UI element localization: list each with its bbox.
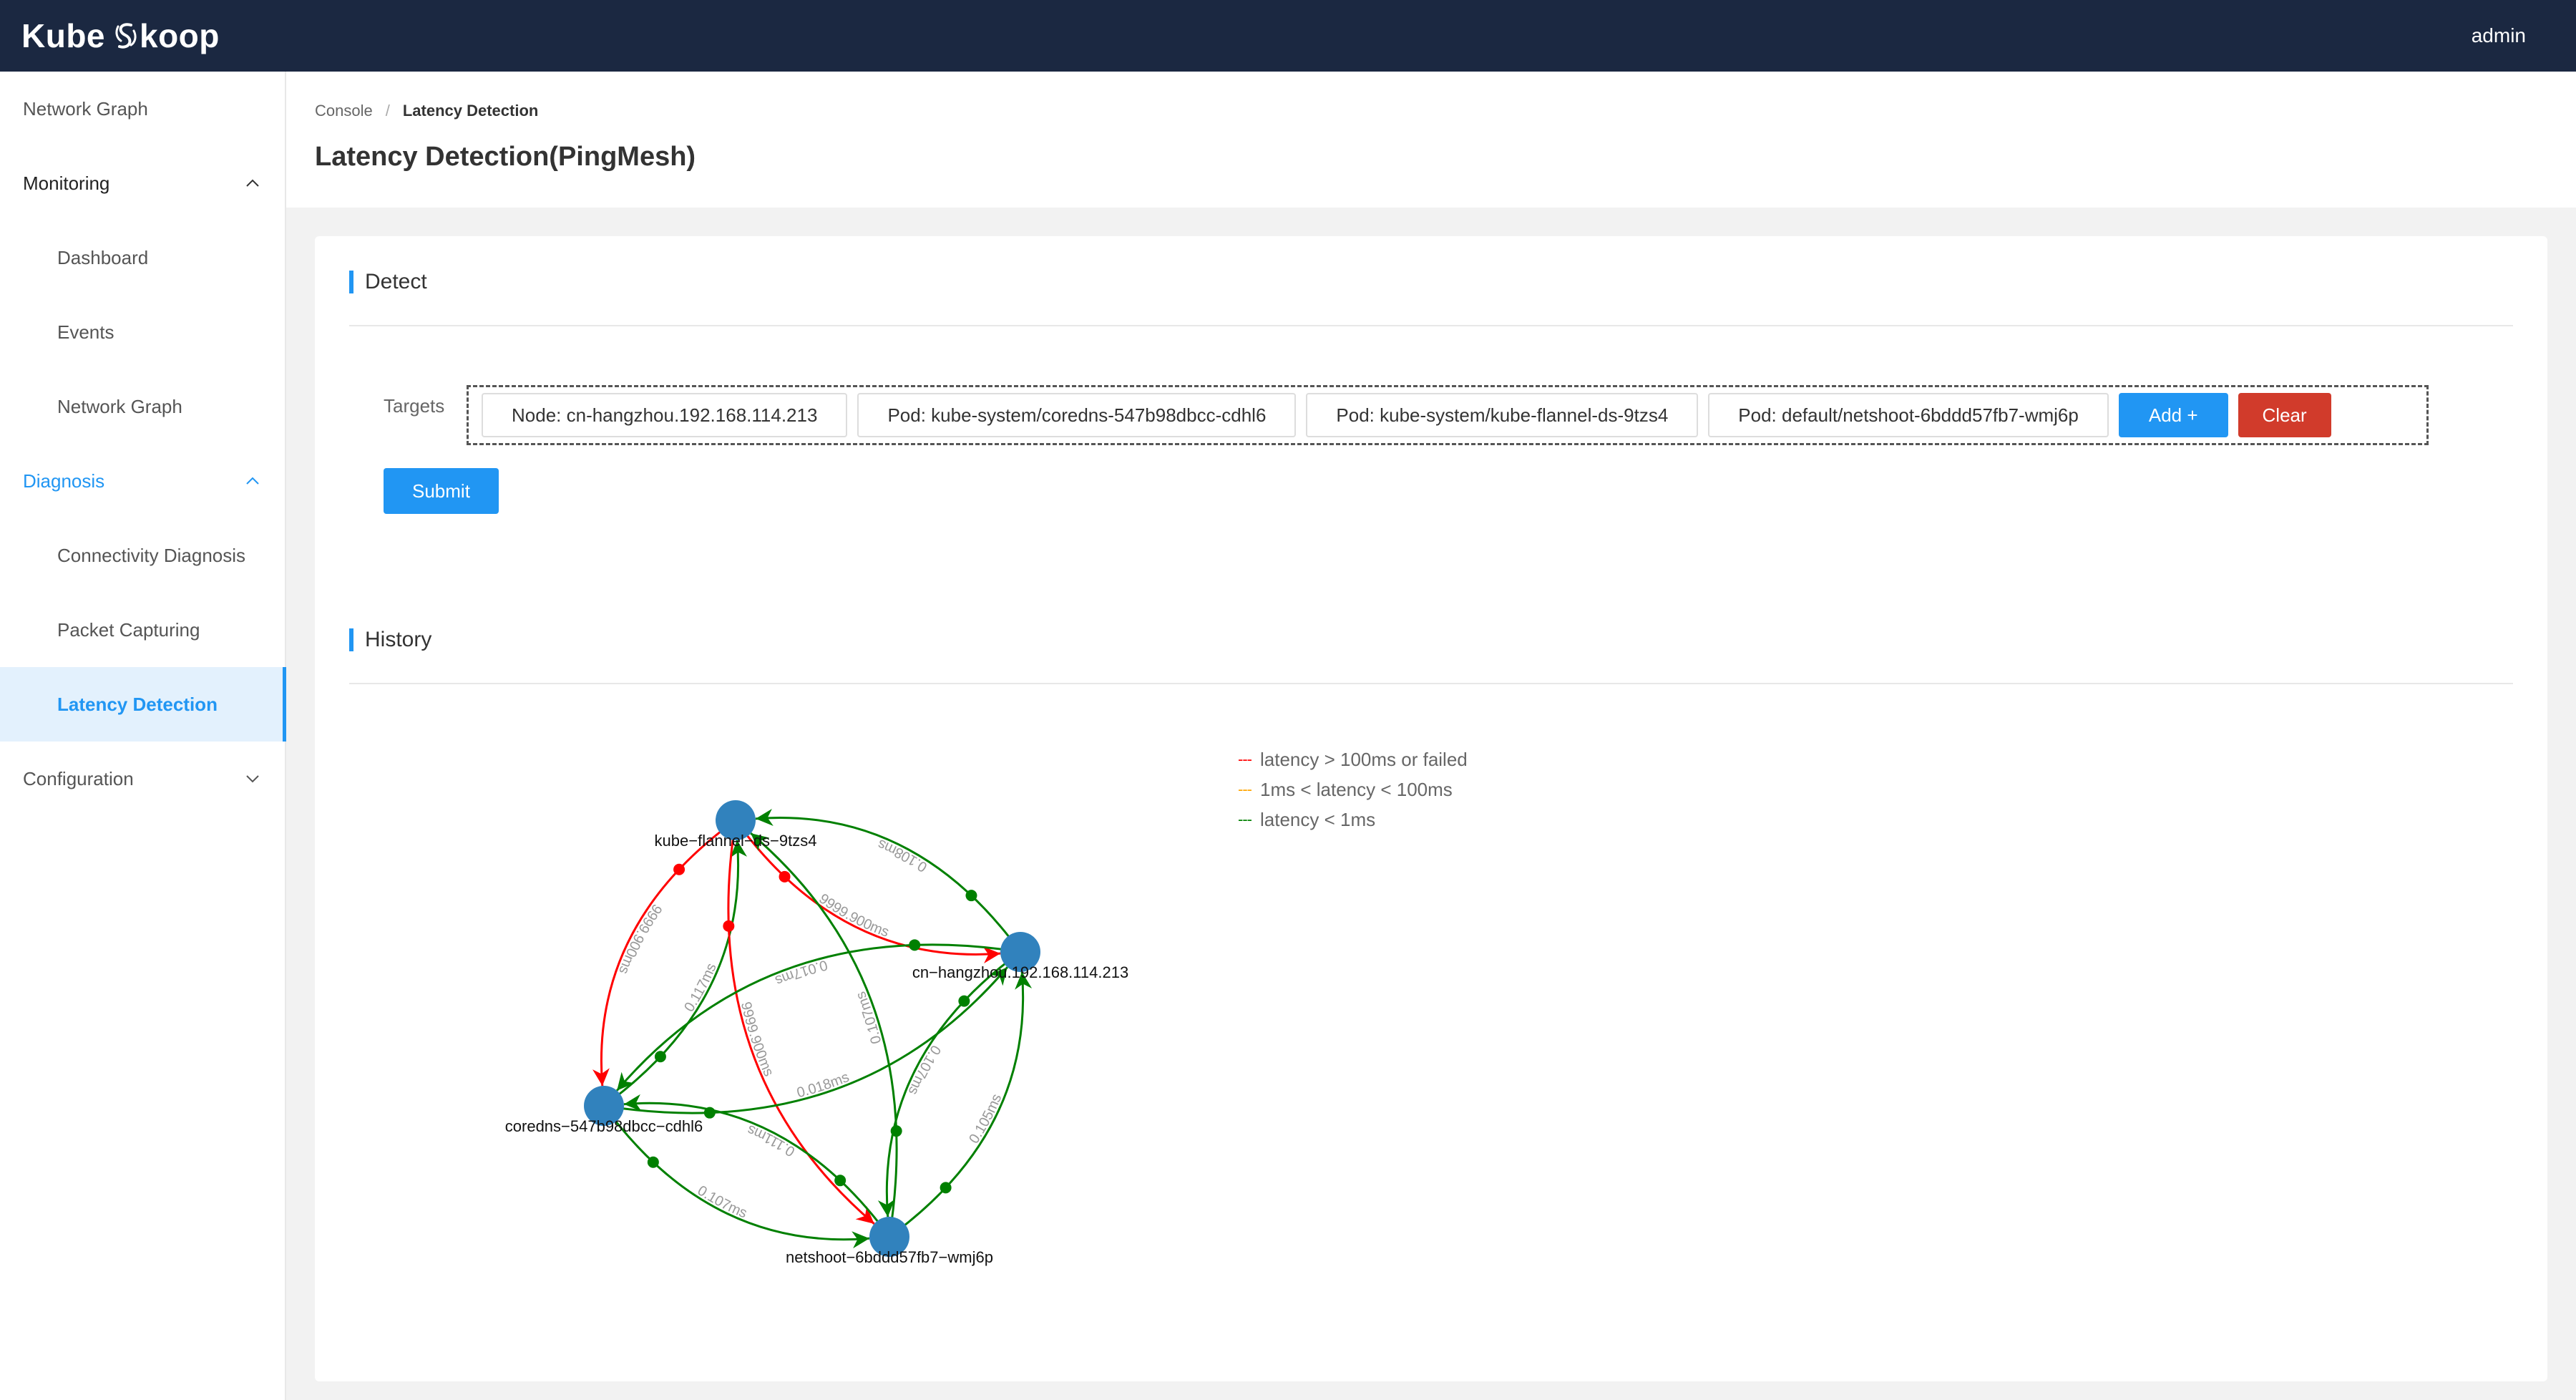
sidebar-item-label: Configuration	[23, 767, 134, 789]
sidebar-item-network-graph[interactable]: Network Graph	[0, 72, 285, 146]
chevron-down-icon	[246, 775, 259, 783]
user-menu[interactable]: admin	[2472, 24, 2526, 47]
breadcrumb-current: Latency Detection	[402, 102, 539, 120]
sidebar-item-label: Dashboard	[57, 246, 149, 268]
graph-node-label: netshoot−6bddd57fb7−wmj6p	[786, 1248, 993, 1266]
edge-source-dot	[834, 1175, 847, 1187]
sidebar-item-label: Diagnosis	[23, 470, 105, 492]
top-bar: Kube koop admin	[0, 0, 2576, 72]
sidebar-item-label: Latency Detection	[57, 693, 218, 715]
edge-latency-label: 0.105ms	[966, 1092, 1005, 1146]
sidebar-item-label: Packet Capturing	[57, 618, 200, 641]
edge-latency-label: 0.107ms	[905, 1042, 944, 1097]
latency-edge[interactable]	[889, 971, 1033, 1238]
sidebar-item-label: Connectivity Diagnosis	[57, 544, 246, 566]
edge-source-dot	[940, 1182, 952, 1194]
breadcrumb-console[interactable]: Console	[315, 102, 373, 120]
page-title: Latency Detection(PingMesh)	[315, 142, 696, 172]
sidebar-item-label: Network Graph	[57, 395, 182, 417]
edge-source-dot	[779, 870, 791, 883]
edge-latency-label: 0.107ms	[853, 989, 884, 1046]
edge-source-dot	[723, 920, 735, 932]
page-header: Console / Latency Detection Latency Dete…	[286, 72, 2576, 208]
edge-source-dot	[647, 1156, 659, 1168]
sidebar-group-configuration[interactable]: Configuration	[0, 742, 285, 816]
graph-node-label: cn−hangzhou.192.168.114.213	[912, 963, 1128, 981]
graph-node-label: kube−flannel−ds−9tzs4	[655, 832, 817, 850]
latency-edge[interactable]	[592, 819, 736, 1087]
sidebar-item-label: Network Graph	[23, 97, 148, 120]
brand-left: Kube	[21, 17, 105, 54]
chevron-up-icon	[246, 179, 259, 187]
sidebar-item-latency-detection[interactable]: Latency Detection	[0, 667, 286, 742]
edge-latency-label: 0.108ms	[876, 836, 930, 875]
sidebar-item-packet-capturing[interactable]: Packet Capturing	[0, 593, 285, 667]
edge-latency-label: 0.017ms	[773, 957, 829, 988]
edge-latency-label: 0.117ms	[681, 961, 720, 1015]
sidebar-item-label: Events	[57, 321, 114, 343]
latency-graph[interactable]: 9999.900ms0.108ms9999.900ms0.117ms9999.9…	[315, 236, 2547, 1381]
edge-latency-label: 0.018ms	[795, 1069, 852, 1101]
edge-source-dot	[958, 995, 970, 1007]
edge-source-dot	[673, 863, 686, 875]
edge-source-dot	[654, 1051, 666, 1063]
sidebar-item-monitoring-network-graph[interactable]: Network Graph	[0, 369, 285, 444]
chevron-up-icon	[246, 477, 259, 485]
sidebar-item-events[interactable]: Events	[0, 295, 285, 369]
breadcrumb: Console / Latency Detection	[315, 102, 2576, 120]
sidebar: Network Graph Monitoring Dashboard Event…	[0, 72, 286, 1400]
sidebar-group-monitoring[interactable]: Monitoring	[0, 146, 285, 220]
edge-source-dot	[909, 939, 921, 951]
sidebar-item-dashboard[interactable]: Dashboard	[0, 220, 285, 295]
sidebar-item-label: Monitoring	[23, 172, 110, 194]
brand-right: koop	[140, 17, 220, 54]
edge-latency-label: 9999.900ms	[615, 901, 665, 976]
app-logo[interactable]: Kube koop	[21, 16, 220, 55]
content-card: Detect Targets Node: cn-hangzhou.192.168…	[315, 236, 2547, 1381]
skoop-s-icon	[115, 23, 137, 49]
sidebar-group-diagnosis[interactable]: Diagnosis	[0, 444, 285, 518]
edge-source-dot	[965, 890, 977, 902]
edge-latency-label: 0.107ms	[695, 1182, 749, 1221]
latency-edge[interactable]	[877, 951, 1021, 1217]
breadcrumb-separator: /	[385, 102, 390, 120]
sidebar-item-connectivity-diagnosis[interactable]: Connectivity Diagnosis	[0, 518, 285, 593]
graph-node-label: coredns−547b98dbcc−cdhl6	[505, 1117, 703, 1135]
